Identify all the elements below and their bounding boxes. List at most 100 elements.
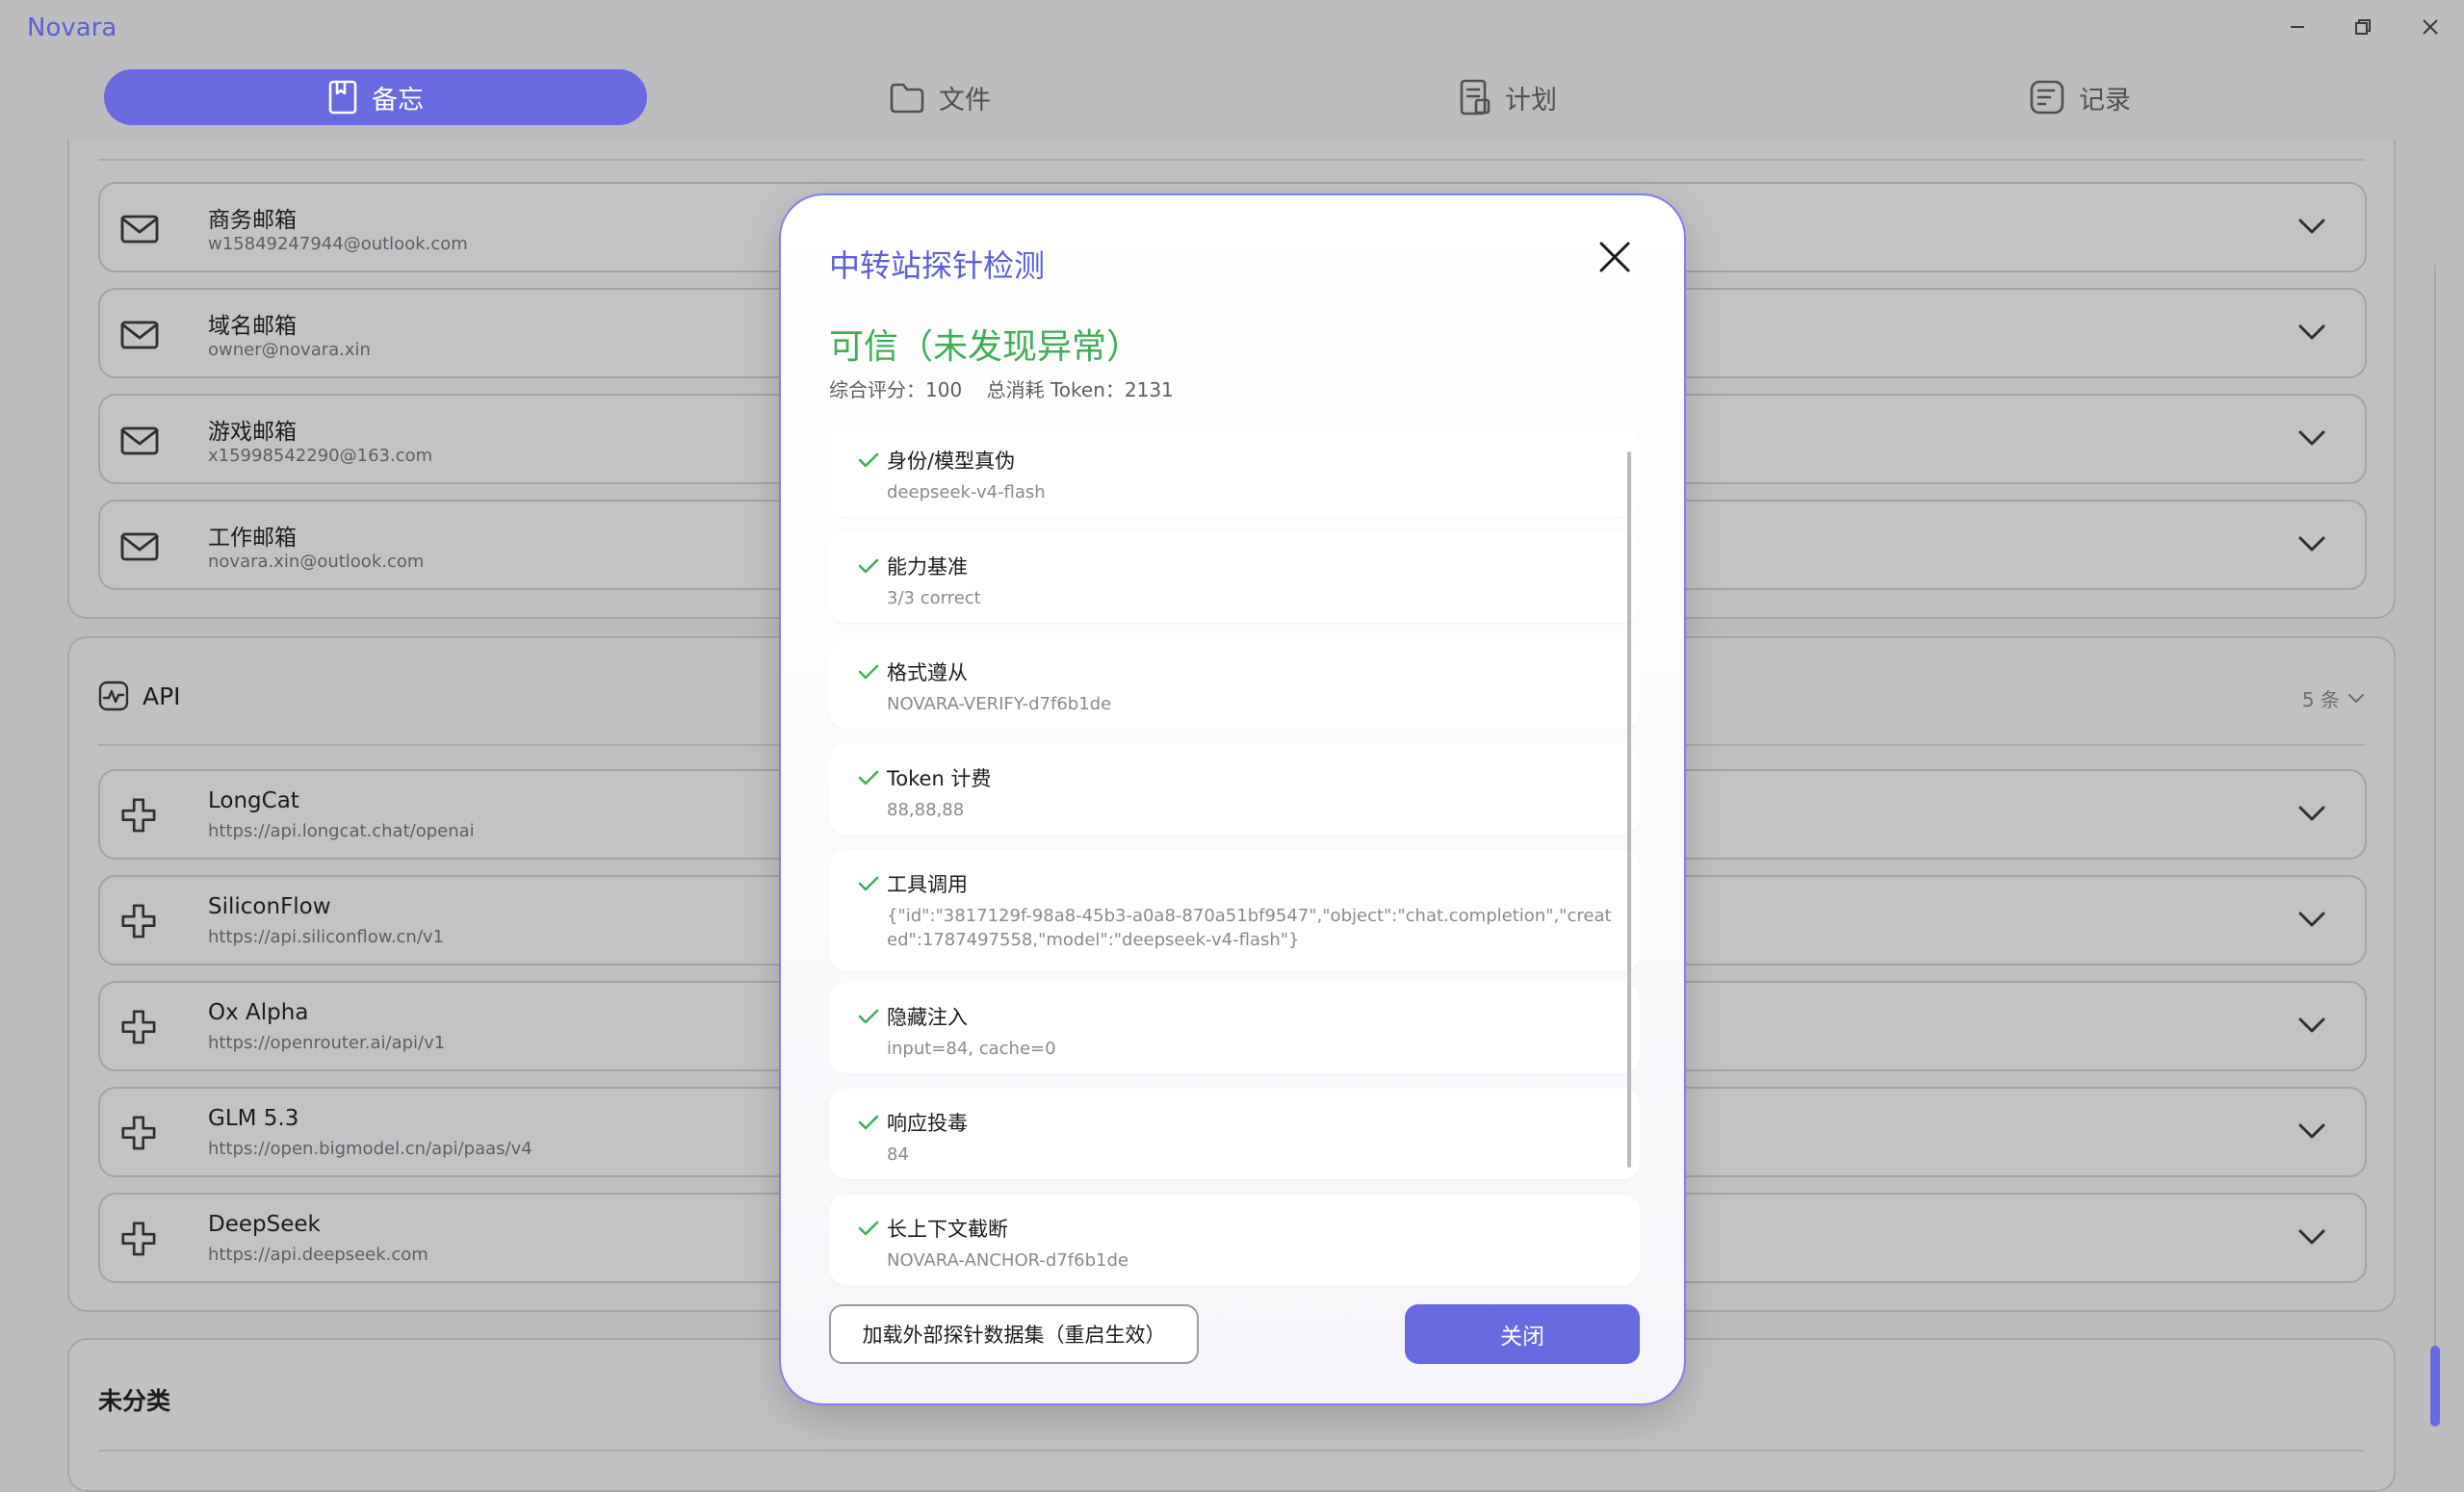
check-detail: NOVARA-VERIFY-d7f6b1de — [887, 694, 1112, 714]
tab-plans[interactable]: 计划 — [1236, 69, 1779, 125]
check-icon — [858, 769, 879, 790]
check-icon — [858, 1008, 879, 1029]
chevron-down-icon[interactable] — [2297, 910, 2326, 933]
check-detail: 3/3 correct — [887, 588, 981, 608]
chevron-down-icon[interactable] — [2297, 1016, 2326, 1039]
tab-memo[interactable]: 备忘 — [104, 69, 647, 125]
entry-subtitle: https://api.siliconflow.cn/v1 — [208, 927, 445, 947]
check-detail: 88,88,88 — [887, 800, 965, 820]
check-detail: NOVARA-ANCHOR-d7f6b1de — [887, 1250, 1128, 1271]
entry-name: Ox Alpha — [208, 1000, 309, 1025]
entry-subtitle: owner@novara.xin — [208, 340, 371, 360]
link-icon — [119, 902, 160, 942]
entry-subtitle: https://api.longcat.chat/openai — [208, 821, 475, 841]
check-label: 工具调用 — [887, 873, 968, 896]
chevron-down-icon — [2348, 693, 2364, 703]
entry-name: 游戏邮箱 — [208, 420, 297, 445]
check-item: 工具调用 {"id":"3817129f-98a8-45b3-a0a8-870a… — [829, 850, 1640, 971]
check-label: 隐藏注入 — [887, 1006, 968, 1029]
entry-subtitle: w15849247944@outlook.com — [208, 234, 468, 254]
load-dataset-button[interactable]: 加载外部探针数据集（重启生效） — [829, 1304, 1199, 1364]
close-icon — [2423, 19, 2438, 35]
check-label: 身份/模型真伪 — [887, 450, 1016, 473]
chevron-down-icon[interactable] — [2297, 1121, 2326, 1145]
document-icon — [1460, 79, 1491, 116]
entry-name: LongCat — [208, 788, 299, 813]
uncategorized-header[interactable]: 未分类 — [98, 1382, 170, 1417]
tab-records[interactable]: 记录 — [1808, 69, 2351, 125]
mail-icon — [119, 527, 160, 567]
check-icon — [858, 1114, 879, 1135]
book-icon — [328, 80, 357, 115]
entry-name: GLM 5.3 — [208, 1106, 299, 1131]
entry-subtitle: https://api.deepseek.com — [208, 1245, 428, 1265]
chevron-down-icon[interactable] — [2297, 1227, 2326, 1250]
check-label: 格式遵从 — [887, 661, 968, 684]
entry-subtitle: https://openrouter.ai/api/v1 — [208, 1033, 446, 1053]
chevron-down-icon[interactable] — [2297, 534, 2326, 557]
check-list[interactable]: 身份/模型真伪 deepseek-v4-flash 能力基准 3/3 corre… — [829, 426, 1640, 1285]
dialog-close-button[interactable] — [1595, 238, 1634, 276]
check-list-scrollbar[interactable] — [1627, 451, 1631, 1168]
restore-button[interactable] — [2338, 8, 2388, 46]
link-icon — [119, 796, 160, 836]
close-icon — [1599, 242, 1630, 272]
check-icon — [858, 663, 879, 684]
page-scrollbar-track[interactable] — [2434, 265, 2436, 1352]
divider — [98, 1450, 2365, 1452]
entry-name: SiliconFlow — [208, 894, 331, 919]
check-detail: deepseek-v4-flash — [887, 482, 1046, 502]
page-scrollbar-thumb[interactable] — [2430, 1346, 2440, 1427]
check-item: 身份/模型真伪 deepseek-v4-flash — [829, 426, 1640, 517]
api-section-header[interactable]: API — [98, 681, 181, 711]
entry-name: 域名邮箱 — [208, 314, 297, 339]
tab-files[interactable]: 文件 — [668, 69, 1211, 125]
check-label: 长上下文截断 — [887, 1218, 1008, 1241]
section-title: API — [143, 682, 181, 710]
folder-icon — [890, 83, 924, 114]
tab-label: 记录 — [2079, 85, 2131, 116]
chevron-down-icon[interactable] — [2297, 322, 2326, 346]
check-label: Token 计费 — [887, 767, 992, 790]
check-item: 能力基准 3/3 correct — [829, 532, 1640, 623]
minimize-button[interactable] — [2272, 8, 2322, 46]
notes-icon — [2030, 80, 2064, 115]
mail-icon — [119, 315, 160, 355]
chevron-down-icon[interactable] — [2297, 428, 2326, 451]
link-icon — [119, 1114, 160, 1154]
summary-text: 综合评分：100 总消耗 Token：2131 — [829, 378, 1174, 401]
api-count[interactable]: 5 条 — [2302, 684, 2365, 712]
entry-name: 工作邮箱 — [208, 526, 297, 551]
check-item: 响应投毒 84 — [829, 1089, 1640, 1179]
divider — [98, 159, 2365, 161]
tab-label: 文件 — [939, 85, 991, 116]
check-icon — [858, 451, 879, 473]
check-item: 格式遵从 NOVARA-VERIFY-d7f6b1de — [829, 638, 1640, 729]
chevron-down-icon[interactable] — [2297, 217, 2326, 240]
entry-subtitle: https://open.bigmodel.cn/api/paas/v4 — [208, 1139, 532, 1159]
check-icon — [858, 1220, 879, 1241]
close-button[interactable]: 关闭 — [1405, 1304, 1640, 1364]
entry-subtitle: novara.xin@outlook.com — [208, 552, 425, 572]
close-window-button[interactable] — [2405, 8, 2455, 46]
entry-name: 商务邮箱 — [208, 208, 297, 233]
check-detail: 84 — [887, 1145, 909, 1165]
link-icon — [119, 1008, 160, 1048]
check-icon — [858, 557, 879, 579]
entry-subtitle: x15998542290@163.com — [208, 446, 433, 466]
mail-icon — [119, 209, 160, 249]
check-detail: {"id":"3817129f-98a8-45b3-a0a8-870a51bf9… — [887, 906, 1612, 950]
check-item: Token 计费 88,88,88 — [829, 744, 1640, 835]
entry-name: DeepSeek — [208, 1212, 321, 1237]
check-detail: input=84, cache=0 — [887, 1039, 1056, 1059]
minimize-icon — [2291, 26, 2304, 28]
section-title: 未分类 — [98, 1387, 171, 1415]
count-label: 5 条 — [2301, 688, 2340, 711]
mail-icon — [119, 421, 160, 461]
dialog-title: 中转站探针检测 — [829, 247, 1046, 284]
verdict-text: 可信（未发现异常） — [829, 327, 1142, 367]
restore-icon — [2355, 19, 2371, 35]
title-bar: Novara — [0, 0, 2464, 62]
link-icon — [119, 1220, 160, 1260]
chevron-down-icon[interactable] — [2297, 804, 2326, 827]
